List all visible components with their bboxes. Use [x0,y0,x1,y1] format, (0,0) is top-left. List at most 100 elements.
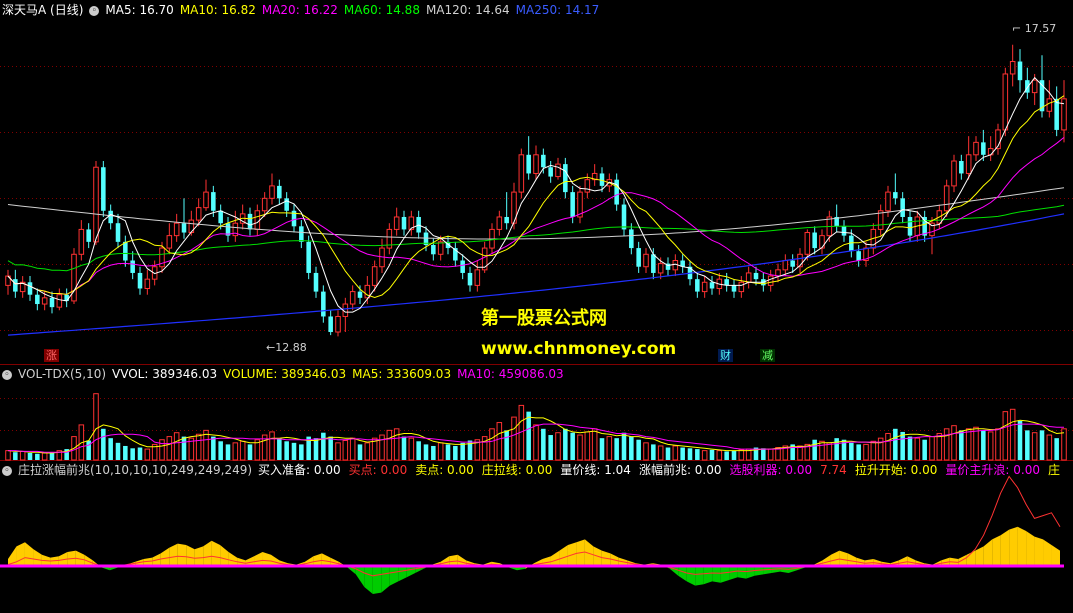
volume-bar-down [445,444,451,460]
volume-bar-down [541,428,546,460]
candle-body-down [64,294,69,301]
volume-bar-down [599,438,605,460]
volume-bar-down [563,428,568,460]
volume-bar-up [489,428,495,461]
indicator-value: MA250: 14.17 [515,3,600,17]
volume-bar-up [1009,408,1016,461]
candle-body-down [504,216,509,224]
volume-bar-down [570,432,575,460]
circle-icon[interactable]: ◦ [89,5,100,16]
volume-bar-up [716,450,723,461]
indicator-value: 卖点: 0.00 [415,463,474,477]
candle-body-down [959,161,964,174]
tag-reduce[interactable]: 减 [760,349,775,362]
volume-bar-up [885,432,891,461]
volume-bar-down [981,430,986,460]
volume-bar-up [437,442,444,461]
indicator-area-positive [228,552,238,566]
indicator-panel-title[interactable]: 庄拉涨幅前兆(10,10,10,10,249,249,249) [18,463,252,477]
volume-panel-title[interactable]: VOL-TDX(5,10) [18,367,106,381]
volume-bar-up [965,428,972,461]
volume-bar-up [5,450,11,461]
circle-icon[interactable]: ◦ [2,465,12,476]
candle-body-up [41,297,48,305]
candle-body-down [709,282,715,289]
candle-body-down [13,279,18,292]
volume-bar-down [130,448,135,460]
tag-rise[interactable]: 涨 [44,349,59,362]
stock-chart-window: 深天马A (日线) ◦ MA5: 16.70 MA10: 16.82 MA20: 16.… [0,0,1073,613]
stock-title[interactable]: 深天马A (日线) [2,3,83,17]
volume-bar-up [738,449,745,461]
indicator-area-positive [1051,545,1060,566]
volume-bar-down [101,428,106,460]
volume-bar-up [929,436,935,461]
volume-bar-down [416,441,421,460]
volume-bar-down [328,436,333,460]
candle-body-up [973,141,979,156]
volume-bar-up [584,431,591,461]
candle-body-up [584,179,591,193]
candle-body-up [943,185,950,212]
volume-bar-up [555,432,561,461]
volume-bar-up [943,428,950,461]
volume-bar-down [680,447,685,460]
candle-body-down [460,260,465,273]
volume-bar-down [137,447,143,460]
volume-bar-down [35,453,40,460]
indicator-value: MA10: 16.82 [179,3,256,17]
volume-bar-up [496,422,503,461]
volume-bar-down [1039,430,1045,460]
candle-body-up [987,148,994,156]
candle-body-up [965,154,972,174]
volume-bar-up [335,442,341,461]
volume-bar-down [27,452,33,460]
volume-bar-up [393,428,400,461]
volume-indicators: VVOL: 389346.03 VOLUME: 389346.03 MA5: 333… [112,367,570,381]
candle-body-down [731,285,737,292]
volume-bar-up [1002,411,1009,461]
candle-body-up [496,216,503,230]
candle-body-down [284,198,289,211]
candle-body-down [981,142,986,155]
candle-body-up [203,191,209,209]
volume-bar-up [1061,428,1067,461]
candle-body-up [261,197,268,212]
indicator-panel-header: ◦ 庄拉涨幅前兆(10,10,10,10,249,249,249) 买入准备: 0.… [2,462,1073,478]
candle-body-up [371,266,378,286]
candle-body-up [885,191,891,212]
indicator-area-positive [839,550,848,566]
indicator-area-positive [1009,526,1018,566]
volume-bar-up [643,442,649,461]
candle-body-up [437,241,444,255]
candle-body-up [78,228,85,255]
candle-body-down [49,297,55,308]
volume-bar-up [951,425,957,461]
indicator-area-negative [746,566,755,579]
indicator-area-negative [686,566,696,586]
volume-bar-down [453,445,458,460]
volume-bar-up [364,442,371,461]
indicator-value: 拉升开始: 0.00 [854,463,938,477]
indicator-values: 买入准备: 0.00 买点: 0.00 卖点: 0.00 庄拉线: 0.00 量价线: … [258,463,1068,477]
tag-finance[interactable]: 财 [718,349,733,362]
volume-bar-down [123,445,128,460]
indicator-area-positive [169,543,178,566]
candle-body-down [467,272,473,286]
indicator-area-positive [992,535,1001,566]
candle-body-down [181,223,187,233]
volume-bar-down [900,431,905,460]
volume-bar-down [247,444,253,460]
candle-body-down [651,254,656,273]
candle-body-up [349,291,356,305]
indicator-area-negative [737,566,747,579]
candle-body-up [782,260,789,271]
candle-body-up [767,275,774,286]
volume-bar-down [907,436,913,460]
candle-body-up [643,253,649,268]
circle-icon[interactable]: ◦ [2,369,12,380]
volume-bar-down [401,436,407,460]
candle-body-down [35,294,40,305]
candle-body-down [548,167,553,177]
indicator-value: 量价线: 1.04 [560,463,631,477]
